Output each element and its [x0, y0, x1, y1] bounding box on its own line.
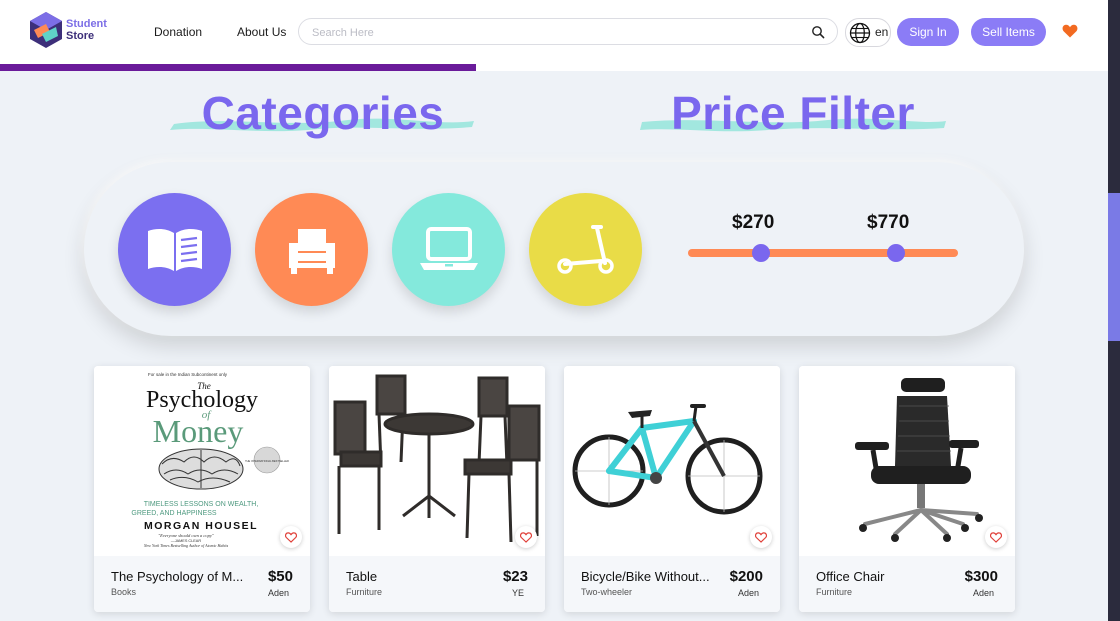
product-card[interactable]: Table Furniture $23 YE — [329, 366, 545, 612]
logo-line-1: Student — [66, 18, 107, 30]
logo-text: Student Store — [66, 18, 107, 42]
armchair-icon — [289, 229, 335, 274]
book-quote: "Everyone should own a copy" — [158, 533, 214, 538]
product-price: $300 — [964, 568, 998, 585]
scooter-icon — [557, 225, 614, 274]
product-card[interactable]: Bicycle/Bike Without... Two-wheeler $200… — [564, 366, 780, 612]
search-input[interactable] — [310, 23, 794, 42]
book-subtitle-line-1: TIMELESS LESSONS ON WEALTH, — [144, 501, 259, 508]
heart-outline-icon — [990, 532, 1002, 543]
price-filter-heading-block: Price Filter — [638, 86, 948, 146]
card-info: Bicycle/Bike Without... Two-wheeler $200… — [564, 556, 780, 612]
product-title[interactable]: Bicycle/Bike Without... — [581, 569, 710, 584]
book-badge-text: THE INTERNATIONAL BESTSELLER — [245, 459, 289, 463]
book-title-money: Money — [153, 413, 244, 449]
logo-mark-icon — [30, 12, 62, 48]
page-scrollbar[interactable] — [1108, 0, 1120, 621]
card-info: The Psychology of M... Books $50 Aden — [94, 556, 310, 612]
book-top-note: For sale in the Indian Subcontinent only — [148, 372, 228, 377]
top-header: Student Store Donation About Us en Sign … — [0, 0, 1108, 64]
sign-in-button[interactable]: Sign In — [897, 18, 959, 46]
product-category: Furniture — [816, 587, 853, 597]
category-vehicles[interactable] — [529, 193, 642, 306]
logo-line-2: Store — [66, 30, 95, 42]
product-price: $23 — [502, 568, 528, 585]
brain-illustration — [158, 448, 244, 490]
product-category: Books — [111, 587, 137, 597]
book-quote-note: New York Times Bestselling Author of Ato… — [143, 543, 229, 548]
globe-icon — [849, 22, 871, 44]
sell-items-button[interactable]: Sell Items — [971, 18, 1046, 46]
favorite-button[interactable] — [750, 526, 772, 548]
search-bar — [298, 18, 838, 45]
price-min-label: $270 — [732, 212, 775, 233]
price-slider-max-thumb[interactable] — [886, 244, 905, 262]
categories-heading-block: Categories — [168, 86, 478, 146]
product-title[interactable]: The Psychology of M... — [111, 569, 243, 584]
bicycle-image — [564, 366, 780, 556]
heart-outline-icon — [285, 532, 297, 543]
heart-outline-icon — [520, 532, 532, 543]
scrollbar-thumb[interactable] — [1108, 193, 1120, 341]
table-chairs-image — [329, 366, 545, 556]
search-icon[interactable] — [811, 25, 825, 39]
office-chair-image — [799, 366, 1015, 556]
laptop-icon — [420, 227, 478, 270]
categories-title: Categories — [201, 87, 445, 139]
heart-outline-icon — [755, 532, 767, 543]
product-title[interactable]: Office Chair — [816, 569, 884, 584]
product-category: Furniture — [346, 587, 383, 597]
price-max-label: $770 — [867, 212, 910, 233]
price-slider-min-thumb[interactable] — [751, 244, 770, 262]
product-card[interactable]: Office Chair Furniture $300 Aden — [799, 366, 1015, 612]
favorite-button[interactable] — [985, 526, 1007, 548]
category-books[interactable] — [118, 193, 231, 306]
language-code: en — [875, 25, 889, 39]
student-store-logo[interactable]: Student Store — [28, 10, 120, 54]
book-cover-image: For sale in the Indian Subcontinent only… — [94, 366, 310, 556]
book-author: MORGAN HOUSEL — [144, 520, 258, 532]
category-furniture[interactable] — [255, 193, 368, 306]
product-title[interactable]: Table — [346, 569, 377, 584]
product-price: $50 — [267, 568, 293, 585]
card-info: Office Chair Furniture $300 Aden — [799, 556, 1015, 612]
nav-about-link[interactable]: About Us — [237, 25, 286, 39]
nav-donation-link[interactable]: Donation — [154, 25, 202, 39]
price-slider-track[interactable] — [688, 249, 958, 257]
scroll-progress-track — [0, 64, 1108, 71]
card-info: Table Furniture $23 YE — [329, 556, 545, 612]
product-location: Aden — [737, 588, 759, 598]
scroll-progress-bar — [0, 64, 476, 71]
product-location: Aden — [267, 588, 289, 598]
favorites-heart-icon[interactable] — [1062, 24, 1078, 38]
language-selector[interactable]: en — [845, 18, 891, 47]
favorite-button[interactable] — [280, 526, 302, 548]
product-location: YE — [511, 588, 524, 598]
book-subtitle-line-2: GREED, AND HAPPINESS — [131, 510, 217, 517]
category-electronics[interactable] — [392, 193, 505, 306]
price-filter-title: Price Filter — [671, 87, 915, 139]
product-price: $200 — [729, 568, 763, 585]
product-card[interactable]: For sale in the Indian Subcontinent only… — [94, 366, 310, 612]
product-location: Aden — [972, 588, 994, 598]
favorite-button[interactable] — [515, 526, 537, 548]
product-category: Two-wheeler — [581, 587, 633, 597]
book-icon — [148, 228, 202, 271]
